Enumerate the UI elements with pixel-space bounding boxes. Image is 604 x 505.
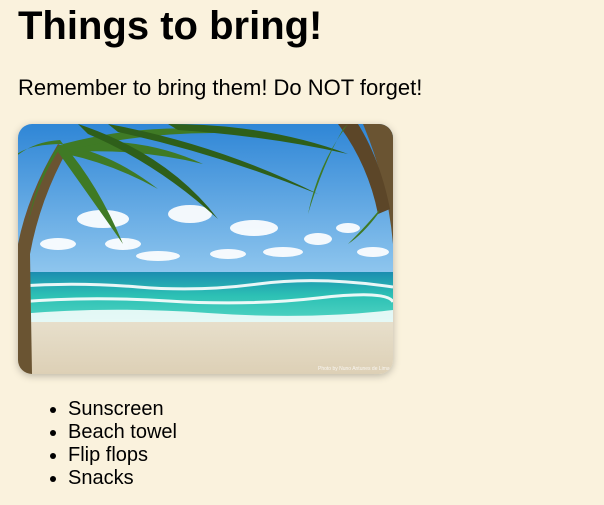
list-item: Snacks (68, 467, 177, 490)
photo-credit: Photo by Nuno Antunes de Lima (318, 366, 390, 372)
list-item: Beach towel (68, 421, 177, 444)
list-item: Flip flops (68, 444, 177, 467)
page-subtitle: Remember to bring them! Do NOT forget! (18, 75, 423, 100)
page-title: Things to bring! (18, 4, 323, 48)
list-item: Sunscreen (68, 398, 177, 421)
items-list: Sunscreen Beach towel Flip flops Snacks (20, 398, 177, 490)
beach-photo: Photo by Nuno Antunes de Lima (18, 124, 393, 374)
page: Things to bring! Remember to bring them!… (0, 0, 604, 505)
